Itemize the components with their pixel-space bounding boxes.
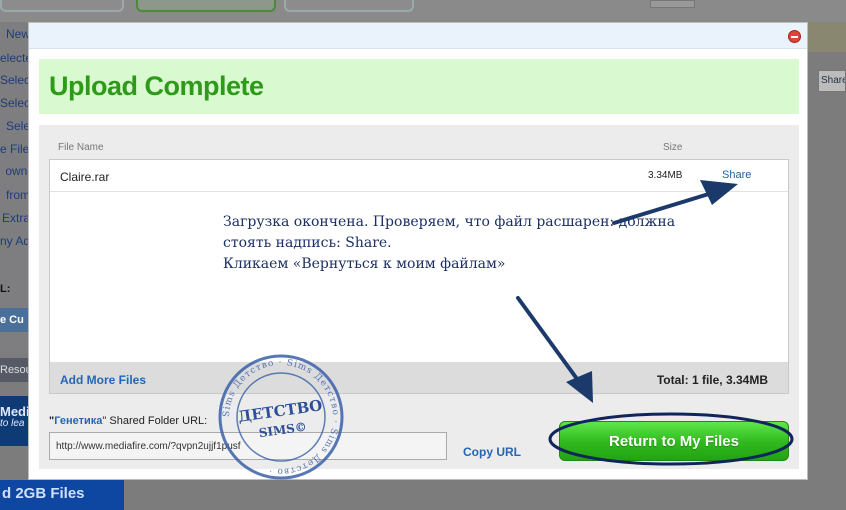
file-list: Claire.rar 3.34MB Share [49, 159, 789, 393]
background-tab [284, 0, 414, 12]
background-sidebar-item: Sele [5, 119, 30, 133]
annotation-line: Кликаем «Вернуться к моим файлам» [223, 256, 506, 272]
stamp-main-text: ДЕТСТВО [237, 396, 323, 426]
annotation-line: Загрузка окончена. Проверяем, что файл р… [223, 214, 676, 230]
background-sidebar-item: Selec [0, 96, 30, 110]
background-notice [808, 22, 846, 52]
background-tab [0, 0, 124, 12]
page-title: Upload Complete [49, 71, 264, 101]
background-brand: MediaF [0, 404, 28, 419]
background-banner: d 2GB Files [0, 480, 124, 510]
stamp-logo: Sims Детство · Sims Детство · Sims Детст… [218, 354, 344, 480]
stamp-sub-text: SIMS© [258, 420, 308, 441]
background-select [650, 0, 695, 8]
upload-panel: File Name Size Claire.rar 3.34MB Share A… [39, 125, 799, 469]
shared-folder-label: "Генетика" Shared Folder URL: [49, 415, 207, 427]
annotation-line: стоять надпись: Share. [223, 235, 392, 251]
folder-name: Генетика [54, 415, 103, 427]
background-resources: Resou [0, 358, 28, 382]
background-sidebar-item: ownl [5, 164, 30, 178]
background-label: L: [0, 283, 11, 295]
background-sidebar-item: from [6, 188, 30, 202]
background-tab [136, 0, 276, 12]
file-size: 3.34MB [648, 170, 683, 181]
copy-url-link[interactable]: Copy URL [463, 445, 521, 459]
background-sidebar-item: New [5, 27, 30, 41]
background-sidebar-item: elected [0, 51, 30, 65]
folder-label-suffix: " Shared Folder URL: [102, 415, 208, 427]
column-header-size: Size [663, 142, 683, 153]
background-brand-sub: to lea [0, 418, 25, 429]
background-sidebar-item: Selec [0, 73, 30, 87]
total-summary: Total: 1 file, 3.34MB [656, 373, 768, 387]
column-header-file-name: File Name [58, 142, 104, 153]
background-sidebar-item: ny Ad [0, 234, 30, 248]
background-sidebar-item: Extra [1, 211, 30, 225]
dialog-title-bar [29, 23, 807, 49]
background-brand-box: MediaF to lea [0, 396, 28, 446]
annotation-note: Загрузка окончена. Проверяем, что файл р… [223, 212, 743, 275]
background-sidebar-item: e Files [0, 142, 30, 156]
background-header [0, 0, 846, 22]
share-link[interactable]: Share [722, 169, 751, 181]
file-row: Claire.rar 3.34MB Share [50, 160, 788, 192]
dialog-header: Upload Complete [39, 59, 799, 114]
file-name: Claire.rar [60, 170, 110, 184]
background-share-button: Share [818, 70, 846, 92]
file-list-footer: Add More Files Total: 1 file, 3.34MB [49, 362, 789, 394]
add-more-files-link[interactable]: Add More Files [60, 373, 146, 387]
background-button: e Cu [0, 308, 28, 332]
return-to-my-files-button[interactable]: Return to My Files [559, 421, 789, 461]
background-sidebar: New elected Selec Selec Sele e Files own… [0, 22, 30, 352]
close-icon[interactable] [788, 30, 801, 43]
